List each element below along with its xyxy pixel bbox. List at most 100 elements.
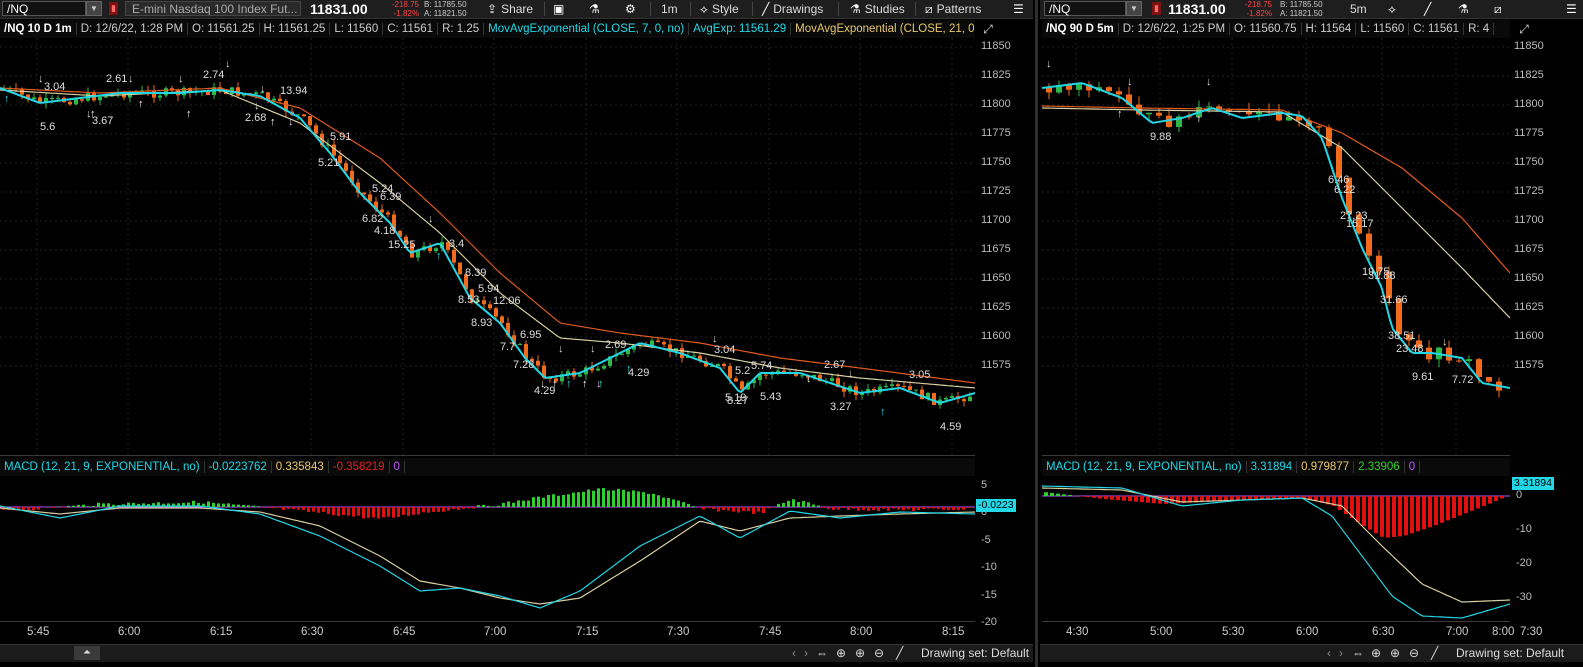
right-price-chart[interactable]: [1042, 38, 1510, 455]
left-studies-button[interactable]: ⚗ Studies: [850, 0, 905, 18]
left-crosshair-icon[interactable]: ⊕: [836, 645, 846, 662]
right-symbol-input[interactable]: /NQ: [1044, 1, 1126, 16]
left-menu-button[interactable]: ☰: [1013, 0, 1028, 18]
left-style-button[interactable]: ⟡ Style: [700, 0, 739, 18]
right-macd-chart[interactable]: [1042, 476, 1510, 621]
candle: [656, 340, 660, 343]
macd-histogram-bar: [952, 507, 955, 511]
camera-icon: ▣: [553, 2, 565, 16]
right-timeframe-button[interactable]: 5m: [1350, 0, 1367, 18]
buy-arrow-icon: ↑: [566, 378, 572, 390]
left-expand-icon[interactable]: ⤢: [980, 22, 996, 36]
left-description-field[interactable]: E-mini Nasdaq 100 Index Fut...: [125, 1, 301, 16]
macd-histogram-bar: [862, 507, 865, 510]
right-pencil-icon[interactable]: ╱: [1431, 645, 1438, 662]
right-studies-button[interactable]: ⚗: [1458, 0, 1473, 18]
macd-histogram-bar: [1122, 496, 1126, 501]
macd-histogram-bar: [522, 500, 525, 507]
right-drawing-set-label[interactable]: Drawing set: Default: [1456, 645, 1564, 662]
left-drawing-set-label[interactable]: Drawing set: Default: [921, 645, 1029, 662]
left-pencil-icon[interactable]: ╱: [896, 645, 903, 662]
price-tick-label: 11825: [981, 69, 1011, 81]
buy-arrow-icon: ↑: [186, 108, 192, 120]
macd-histogram-bar: [782, 502, 785, 507]
macd-histogram-bar: [212, 502, 215, 507]
candle: [482, 300, 486, 305]
ema-mid-line: [0, 89, 975, 389]
right-zoom-out-icon[interactable]: ⊖: [1409, 645, 1419, 662]
right-style-button[interactable]: ⟡: [1388, 0, 1400, 18]
left-flask-button[interactable]: ⚗: [589, 0, 604, 18]
left-zoom-out-icon[interactable]: ⊖: [874, 645, 884, 662]
left-bar-date: D: 12/6/22, 1:28 PM: [76, 23, 189, 35]
ema21-line: [0, 87, 975, 384]
left-drawings-button[interactable]: ╱ Drawings: [762, 0, 823, 18]
macd-histogram-bar: [757, 507, 760, 512]
macd-histogram-bar: [312, 507, 315, 512]
right-symbol-flag-icon[interactable]: ▮: [1152, 2, 1161, 15]
left-share-button[interactable]: ⇪ Share: [487, 0, 533, 18]
left-settings-button[interactable]: ⚙: [625, 0, 640, 18]
signal-arrow-icon: ↓: [254, 100, 260, 112]
macd-histogram-bar: [572, 492, 575, 507]
macd-histogram-bar: [1110, 496, 1114, 500]
macd-histogram-bar: [622, 489, 625, 507]
right-scroll-left-icon[interactable]: ‹: [1327, 645, 1331, 662]
candle: [314, 125, 318, 134]
left-scroll-left-icon[interactable]: ‹: [792, 645, 796, 662]
time-tick-label: 6:30: [301, 626, 324, 638]
left-snapshot-button[interactable]: ▣: [553, 0, 568, 18]
left-collapse-button[interactable]: ⏶: [74, 646, 100, 660]
left-patterns-button[interactable]: ⧄ Patterns: [925, 0, 981, 18]
macd-histogram-bar: [552, 494, 555, 507]
right-expand-icon[interactable]: ⤢: [1516, 22, 1532, 36]
macd-histogram-bar: [592, 490, 595, 507]
macd-histogram-bar: [377, 507, 380, 519]
macd-histogram-bar: [857, 507, 860, 511]
right-menu-button[interactable]: ☰: [1566, 0, 1581, 18]
study-value-label: 31.66: [1380, 294, 1408, 306]
right-drawings-button[interactable]: ╱: [1424, 0, 1435, 18]
price-tick-label: 11775: [981, 127, 1011, 139]
macd-histogram-bar: [427, 507, 430, 513]
right-crosshair-icon[interactable]: ⊕: [1371, 645, 1381, 662]
left-macd-chart[interactable]: [0, 476, 975, 621]
time-tick-label: 5:00: [1150, 626, 1173, 638]
time-tick-label: 8:00: [850, 626, 873, 638]
buy-arrow-icon: ↑: [598, 378, 604, 390]
right-bar-high: H: 11564: [1301, 23, 1357, 35]
macd-histogram-bar: [1128, 496, 1132, 502]
study-value-label: 2.67: [824, 359, 846, 371]
macd-histogram-bar: [327, 507, 330, 515]
right-patterns-button[interactable]: ⧄: [1494, 0, 1506, 18]
study-value-label: 8.93: [471, 316, 493, 329]
left-description-text: E-mini Nasdaq 100 Index Fut...: [132, 2, 298, 16]
macd-histogram-bar: [437, 507, 440, 512]
left-timeframe-button[interactable]: 1m: [661, 0, 678, 18]
candle: [50, 97, 54, 99]
right-symbol-dropdown-button[interactable]: ▼: [1126, 1, 1142, 16]
macd-histogram-bar: [1086, 496, 1090, 498]
candle: [902, 385, 906, 387]
left-symbol-input[interactable]: /NQ: [2, 1, 86, 16]
patterns-icon: ⧄: [925, 2, 933, 16]
right-zoom-in-icon[interactable]: ⊕: [1390, 645, 1400, 662]
study-value-label: 3.05: [909, 369, 931, 382]
left-macd-label: MACD (12, 21, 9, EXPONENTIAL, no): [0, 461, 205, 473]
left-ema7-value: AvgExp: 11561.29: [689, 23, 792, 35]
left-scroll-right-icon[interactable]: ›: [804, 645, 808, 662]
left-fit-icon[interactable]: ⇔: [816, 645, 828, 662]
left-symbol-flag-icon[interactable]: ▮: [109, 2, 118, 15]
candle: [830, 378, 834, 381]
study-value-label: 7.28: [513, 359, 535, 372]
right-scroll-right-icon[interactable]: ›: [1339, 645, 1343, 662]
time-tick-label: 4:30: [1066, 626, 1089, 638]
candle: [722, 363, 726, 367]
right-fit-icon[interactable]: ⇔: [1352, 645, 1364, 662]
candle: [302, 114, 306, 117]
left-symbol-dropdown-button[interactable]: ▼: [86, 1, 102, 16]
left-zoom-in-icon[interactable]: ⊕: [855, 645, 865, 662]
price-tick-label: 11725: [1514, 185, 1544, 197]
left-price-chart[interactable]: [0, 38, 975, 455]
macd-histogram-bar: [527, 500, 530, 507]
